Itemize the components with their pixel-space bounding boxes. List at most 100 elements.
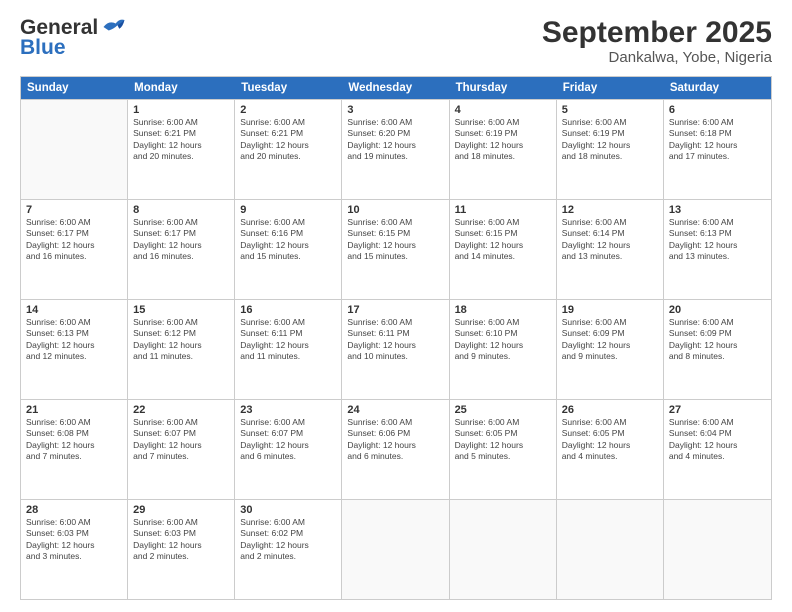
- header-thursday: Thursday: [450, 77, 557, 99]
- cal-cell-r4-c4: [450, 500, 557, 599]
- calendar-header: Sunday Monday Tuesday Wednesday Thursday…: [21, 77, 771, 99]
- header-saturday: Saturday: [664, 77, 771, 99]
- day-info: Sunrise: 6:00 AM Sunset: 6:05 PM Dayligh…: [455, 417, 551, 463]
- cal-cell-r4-c0: 28Sunrise: 6:00 AM Sunset: 6:03 PM Dayli…: [21, 500, 128, 599]
- cal-cell-r2-c2: 16Sunrise: 6:00 AM Sunset: 6:11 PM Dayli…: [235, 300, 342, 399]
- day-info: Sunrise: 6:00 AM Sunset: 6:17 PM Dayligh…: [26, 217, 122, 263]
- cal-cell-r2-c0: 14Sunrise: 6:00 AM Sunset: 6:13 PM Dayli…: [21, 300, 128, 399]
- cal-cell-r0-c1: 1Sunrise: 6:00 AM Sunset: 6:21 PM Daylig…: [128, 100, 235, 199]
- day-info: Sunrise: 6:00 AM Sunset: 6:13 PM Dayligh…: [26, 317, 122, 363]
- day-info: Sunrise: 6:00 AM Sunset: 6:11 PM Dayligh…: [347, 317, 443, 363]
- day-number: 14: [26, 304, 122, 316]
- day-number: 7: [26, 204, 122, 216]
- day-number: 10: [347, 204, 443, 216]
- day-number: 9: [240, 204, 336, 216]
- day-number: 26: [562, 404, 658, 416]
- day-number: 27: [669, 404, 766, 416]
- day-number: 2: [240, 104, 336, 116]
- logo-text: General Blue: [20, 16, 128, 60]
- day-number: 23: [240, 404, 336, 416]
- cal-row-4: 28Sunrise: 6:00 AM Sunset: 6:03 PM Dayli…: [21, 499, 771, 599]
- day-number: 15: [133, 304, 229, 316]
- day-number: 22: [133, 404, 229, 416]
- day-number: 19: [562, 304, 658, 316]
- cal-cell-r0-c5: 5Sunrise: 6:00 AM Sunset: 6:19 PM Daylig…: [557, 100, 664, 199]
- header-sunday: Sunday: [21, 77, 128, 99]
- page: General Blue September 2025 Dankalwa, Yo…: [0, 0, 792, 612]
- day-info: Sunrise: 6:00 AM Sunset: 6:06 PM Dayligh…: [347, 417, 443, 463]
- cal-row-0: 1Sunrise: 6:00 AM Sunset: 6:21 PM Daylig…: [21, 99, 771, 199]
- cal-cell-r3-c4: 25Sunrise: 6:00 AM Sunset: 6:05 PM Dayli…: [450, 400, 557, 499]
- day-info: Sunrise: 6:00 AM Sunset: 6:18 PM Dayligh…: [669, 117, 766, 163]
- logo-bird-icon: [100, 16, 128, 38]
- cal-cell-r0-c0: [21, 100, 128, 199]
- day-info: Sunrise: 6:00 AM Sunset: 6:08 PM Dayligh…: [26, 417, 122, 463]
- cal-row-2: 14Sunrise: 6:00 AM Sunset: 6:13 PM Dayli…: [21, 299, 771, 399]
- cal-cell-r3-c1: 22Sunrise: 6:00 AM Sunset: 6:07 PM Dayli…: [128, 400, 235, 499]
- cal-cell-r2-c1: 15Sunrise: 6:00 AM Sunset: 6:12 PM Dayli…: [128, 300, 235, 399]
- page-subtitle: Dankalwa, Yobe, Nigeria: [542, 49, 772, 66]
- cal-cell-r2-c4: 18Sunrise: 6:00 AM Sunset: 6:10 PM Dayli…: [450, 300, 557, 399]
- calendar: Sunday Monday Tuesday Wednesday Thursday…: [20, 76, 772, 600]
- header-monday: Monday: [128, 77, 235, 99]
- day-info: Sunrise: 6:00 AM Sunset: 6:05 PM Dayligh…: [562, 417, 658, 463]
- day-info: Sunrise: 6:00 AM Sunset: 6:20 PM Dayligh…: [347, 117, 443, 163]
- cal-cell-r1-c2: 9Sunrise: 6:00 AM Sunset: 6:16 PM Daylig…: [235, 200, 342, 299]
- cal-cell-r0-c6: 6Sunrise: 6:00 AM Sunset: 6:18 PM Daylig…: [664, 100, 771, 199]
- day-info: Sunrise: 6:00 AM Sunset: 6:11 PM Dayligh…: [240, 317, 336, 363]
- day-info: Sunrise: 6:00 AM Sunset: 6:21 PM Dayligh…: [133, 117, 229, 163]
- cal-cell-r1-c3: 10Sunrise: 6:00 AM Sunset: 6:15 PM Dayli…: [342, 200, 449, 299]
- day-info: Sunrise: 6:00 AM Sunset: 6:03 PM Dayligh…: [26, 517, 122, 563]
- day-info: Sunrise: 6:00 AM Sunset: 6:12 PM Dayligh…: [133, 317, 229, 363]
- day-info: Sunrise: 6:00 AM Sunset: 6:09 PM Dayligh…: [562, 317, 658, 363]
- cal-row-1: 7Sunrise: 6:00 AM Sunset: 6:17 PM Daylig…: [21, 199, 771, 299]
- day-number: 20: [669, 304, 766, 316]
- cal-cell-r3-c0: 21Sunrise: 6:00 AM Sunset: 6:08 PM Dayli…: [21, 400, 128, 499]
- day-number: 24: [347, 404, 443, 416]
- day-info: Sunrise: 6:00 AM Sunset: 6:07 PM Dayligh…: [133, 417, 229, 463]
- logo-blue: Blue: [20, 36, 66, 60]
- day-number: 25: [455, 404, 551, 416]
- cal-cell-r4-c5: [557, 500, 664, 599]
- day-info: Sunrise: 6:00 AM Sunset: 6:02 PM Dayligh…: [240, 517, 336, 563]
- cal-row-3: 21Sunrise: 6:00 AM Sunset: 6:08 PM Dayli…: [21, 399, 771, 499]
- day-number: 28: [26, 504, 122, 516]
- cal-cell-r0-c2: 2Sunrise: 6:00 AM Sunset: 6:21 PM Daylig…: [235, 100, 342, 199]
- day-info: Sunrise: 6:00 AM Sunset: 6:19 PM Dayligh…: [562, 117, 658, 163]
- day-number: 12: [562, 204, 658, 216]
- cal-cell-r0-c3: 3Sunrise: 6:00 AM Sunset: 6:20 PM Daylig…: [342, 100, 449, 199]
- page-title: September 2025: [542, 16, 772, 49]
- cal-cell-r1-c5: 12Sunrise: 6:00 AM Sunset: 6:14 PM Dayli…: [557, 200, 664, 299]
- day-info: Sunrise: 6:00 AM Sunset: 6:17 PM Dayligh…: [133, 217, 229, 263]
- day-info: Sunrise: 6:00 AM Sunset: 6:15 PM Dayligh…: [455, 217, 551, 263]
- cal-cell-r4-c1: 29Sunrise: 6:00 AM Sunset: 6:03 PM Dayli…: [128, 500, 235, 599]
- cal-cell-r3-c3: 24Sunrise: 6:00 AM Sunset: 6:06 PM Dayli…: [342, 400, 449, 499]
- cal-cell-r1-c1: 8Sunrise: 6:00 AM Sunset: 6:17 PM Daylig…: [128, 200, 235, 299]
- header-friday: Friday: [557, 77, 664, 99]
- cal-cell-r4-c3: [342, 500, 449, 599]
- day-number: 8: [133, 204, 229, 216]
- logo: General Blue: [20, 16, 128, 60]
- day-info: Sunrise: 6:00 AM Sunset: 6:21 PM Dayligh…: [240, 117, 336, 163]
- day-number: 4: [455, 104, 551, 116]
- title-block: September 2025 Dankalwa, Yobe, Nigeria: [542, 16, 772, 66]
- day-info: Sunrise: 6:00 AM Sunset: 6:03 PM Dayligh…: [133, 517, 229, 563]
- calendar-body: 1Sunrise: 6:00 AM Sunset: 6:21 PM Daylig…: [21, 99, 771, 599]
- day-info: Sunrise: 6:00 AM Sunset: 6:07 PM Dayligh…: [240, 417, 336, 463]
- day-number: 5: [562, 104, 658, 116]
- day-info: Sunrise: 6:00 AM Sunset: 6:09 PM Dayligh…: [669, 317, 766, 363]
- cal-cell-r3-c2: 23Sunrise: 6:00 AM Sunset: 6:07 PM Dayli…: [235, 400, 342, 499]
- day-number: 16: [240, 304, 336, 316]
- day-info: Sunrise: 6:00 AM Sunset: 6:15 PM Dayligh…: [347, 217, 443, 263]
- cal-cell-r2-c5: 19Sunrise: 6:00 AM Sunset: 6:09 PM Dayli…: [557, 300, 664, 399]
- day-number: 21: [26, 404, 122, 416]
- header-tuesday: Tuesday: [235, 77, 342, 99]
- day-number: 3: [347, 104, 443, 116]
- header-wednesday: Wednesday: [342, 77, 449, 99]
- cal-cell-r1-c4: 11Sunrise: 6:00 AM Sunset: 6:15 PM Dayli…: [450, 200, 557, 299]
- day-number: 6: [669, 104, 766, 116]
- day-info: Sunrise: 6:00 AM Sunset: 6:10 PM Dayligh…: [455, 317, 551, 363]
- day-info: Sunrise: 6:00 AM Sunset: 6:16 PM Dayligh…: [240, 217, 336, 263]
- cal-cell-r2-c6: 20Sunrise: 6:00 AM Sunset: 6:09 PM Dayli…: [664, 300, 771, 399]
- cal-cell-r0-c4: 4Sunrise: 6:00 AM Sunset: 6:19 PM Daylig…: [450, 100, 557, 199]
